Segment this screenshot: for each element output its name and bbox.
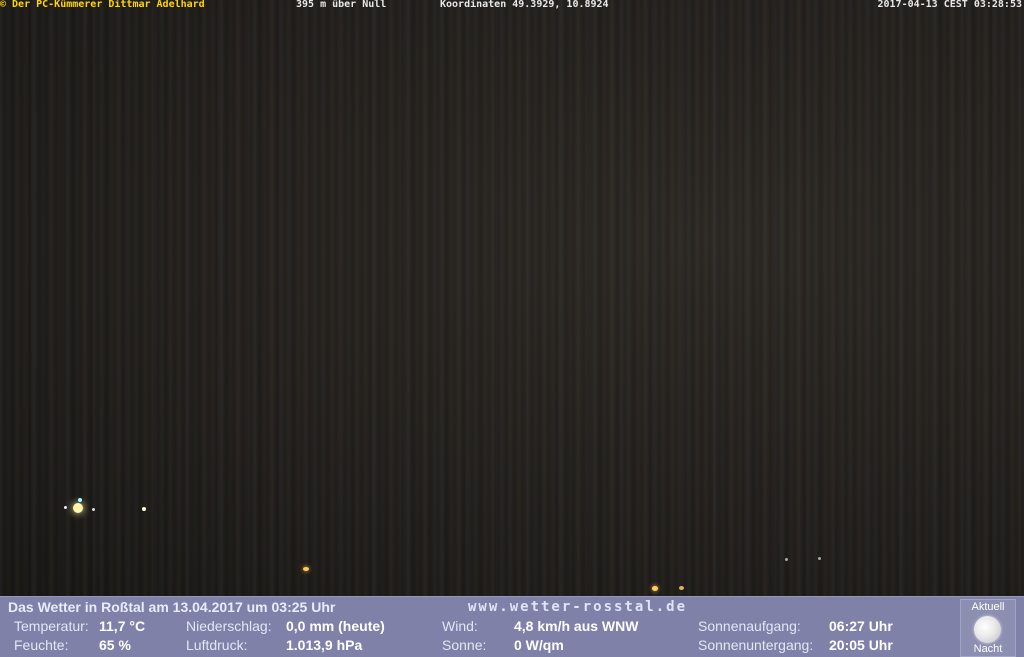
copyright-credit: © Der PC-Kümmerer Dittmar Adelhard	[0, 0, 205, 10]
precipitation-label: Niederschlag:	[186, 618, 272, 634]
webcam-image	[0, 0, 1024, 596]
precipitation-value: 0,0 mm (heute)	[286, 618, 385, 634]
altitude-text: 395 m über Null	[296, 0, 387, 10]
caption-overlay: © Der PC-Kümmerer Dittmar Adelhard 395 m…	[0, 0, 1024, 11]
sun-radiation-label: Sonne:	[442, 637, 487, 653]
temperature-value: 11,7 °C	[99, 618, 146, 634]
moon-caption-top: Aktuell	[971, 601, 1005, 613]
night-light	[64, 506, 67, 509]
temperature-label: Temperatur:	[14, 618, 89, 634]
night-light	[303, 567, 309, 571]
night-light	[679, 586, 684, 590]
night-light	[92, 508, 95, 511]
night-light	[73, 503, 83, 513]
capture-timestamp: 2017-04-13 CEST 03:28:53	[877, 0, 1023, 10]
sunrise-label: Sonnenaufgang:	[698, 618, 801, 634]
wind-value: 4,8 km/h aus WNW	[514, 618, 639, 634]
weather-title: Das Wetter in Roßtal am 13.04.2017 um 03…	[8, 599, 336, 615]
humidity-value: 65 %	[99, 637, 131, 653]
pressure-label: Luftdruck:	[186, 637, 248, 653]
night-light	[78, 498, 82, 502]
sun-radiation-value: 0 W/qm	[514, 637, 564, 653]
humidity-label: Feuchte:	[14, 637, 69, 653]
weather-info-bar: Das Wetter in Roßtal am 13.04.2017 um 03…	[0, 596, 1024, 657]
moon-phase-box: Aktuell Nacht	[960, 599, 1016, 657]
night-light	[785, 558, 788, 561]
pressure-value: 1.013,9 hPa	[286, 637, 363, 653]
moon-caption-bottom: Nacht	[973, 643, 1003, 655]
sunset-label: Sonnenuntergang:	[698, 637, 814, 653]
full-moon-icon	[974, 616, 1001, 643]
website-url: www.wetter-rosstal.de	[468, 599, 688, 615]
sunrise-value: 06:27 Uhr	[829, 618, 893, 634]
night-light	[652, 586, 658, 591]
night-light	[142, 507, 146, 511]
coordinates-text: Koordinaten 49.3929, 10.8924	[440, 0, 609, 10]
night-light	[818, 557, 821, 560]
wind-label: Wind:	[442, 618, 478, 634]
sunset-value: 20:05 Uhr	[829, 637, 893, 653]
